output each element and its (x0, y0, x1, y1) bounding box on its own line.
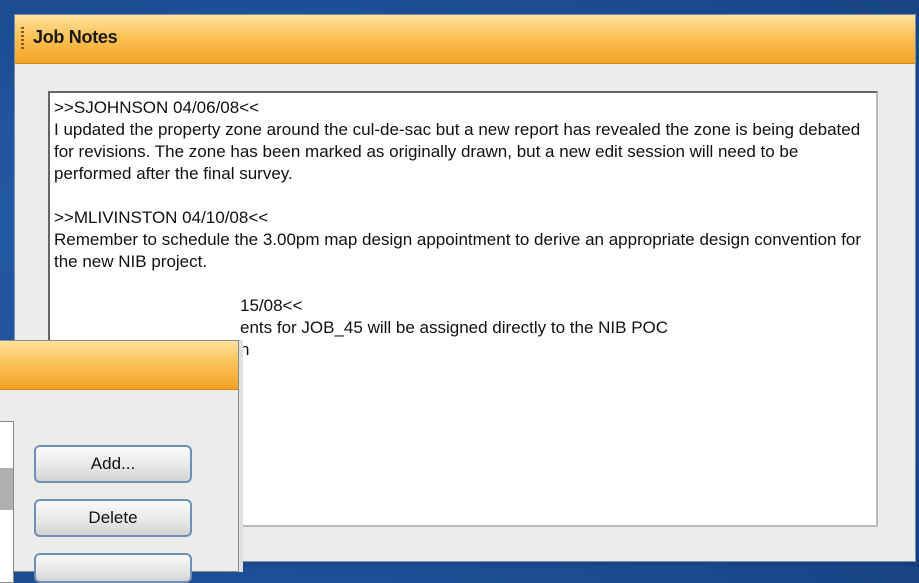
dialog-list[interactable] (0, 421, 14, 583)
delete-button[interactable]: Delete (34, 499, 192, 537)
note-body: n (240, 340, 250, 359)
job-notes-titlebar[interactable]: Job Notes (15, 15, 915, 64)
overlapping-dialog: Add... Delete (0, 340, 239, 583)
note-entry: >>MLIVINSTON 04/10/08<< Remember to sche… (54, 207, 872, 273)
note-header: >>MLIVINSTON 04/10/08<< (54, 208, 269, 227)
note-entry: >>SJOHNSON 04/06/08<< I updated the prop… (54, 97, 872, 185)
dialog-titlebar[interactable] (0, 341, 238, 390)
drag-grip-icon[interactable] (21, 27, 24, 51)
dialog-button[interactable] (34, 553, 192, 583)
note-header: >>SJOHNSON 04/06/08<< (54, 98, 260, 117)
list-selected-row[interactable] (0, 468, 13, 510)
note-body: I updated the property zone around the c… (54, 120, 861, 183)
note-body: Remember to schedule the 3.00pm map desi… (54, 230, 862, 271)
note-header: 15/08<< (240, 296, 303, 315)
add-button[interactable]: Add... (34, 445, 192, 483)
note-body: ents for JOB_45 will be assigned directl… (240, 318, 669, 337)
job-notes-title: Job Notes (33, 27, 118, 47)
